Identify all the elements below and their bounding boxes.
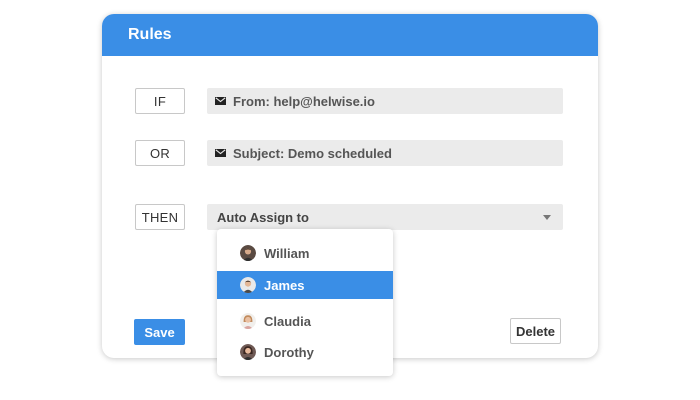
dropdown-item-claudia[interactable]: Claudia — [217, 307, 393, 335]
caret-down-icon — [543, 215, 551, 220]
dropdown-item-james[interactable]: James — [217, 271, 393, 299]
save-button[interactable]: Save — [134, 319, 185, 345]
dropdown-item-label: Claudia — [264, 313, 311, 329]
dropdown-item-label: James — [264, 277, 305, 293]
condition-from-text: From: help@helwise.io — [233, 93, 375, 109]
dropdown-item-dorothy[interactable]: Dorothy — [217, 338, 393, 366]
avatar — [240, 344, 256, 360]
mail-icon — [215, 97, 226, 105]
dropdown-item-label: William — [264, 245, 310, 261]
or-tag: OR — [135, 140, 185, 166]
card-header: Rules — [102, 14, 598, 56]
condition-from-field[interactable]: From: help@helwise.io — [207, 88, 563, 114]
action-select[interactable]: Auto Assign to — [207, 204, 563, 230]
action-select-value: Auto Assign to — [217, 209, 309, 225]
avatar — [240, 277, 256, 293]
condition-subject-text: Subject: Demo scheduled — [233, 145, 392, 161]
if-tag: IF — [135, 88, 185, 114]
avatar — [240, 245, 256, 261]
then-tag: THEN — [135, 204, 185, 230]
avatar — [240, 313, 256, 329]
mail-icon — [215, 149, 226, 157]
dropdown-item-label: Dorothy — [264, 344, 314, 360]
delete-button[interactable]: Delete — [510, 318, 561, 344]
condition-subject-field[interactable]: Subject: Demo scheduled — [207, 140, 563, 166]
card-title: Rules — [128, 26, 172, 43]
assignee-dropdown: William James Claudia Dorothy — [217, 229, 393, 376]
dropdown-item-william[interactable]: William — [217, 239, 393, 267]
